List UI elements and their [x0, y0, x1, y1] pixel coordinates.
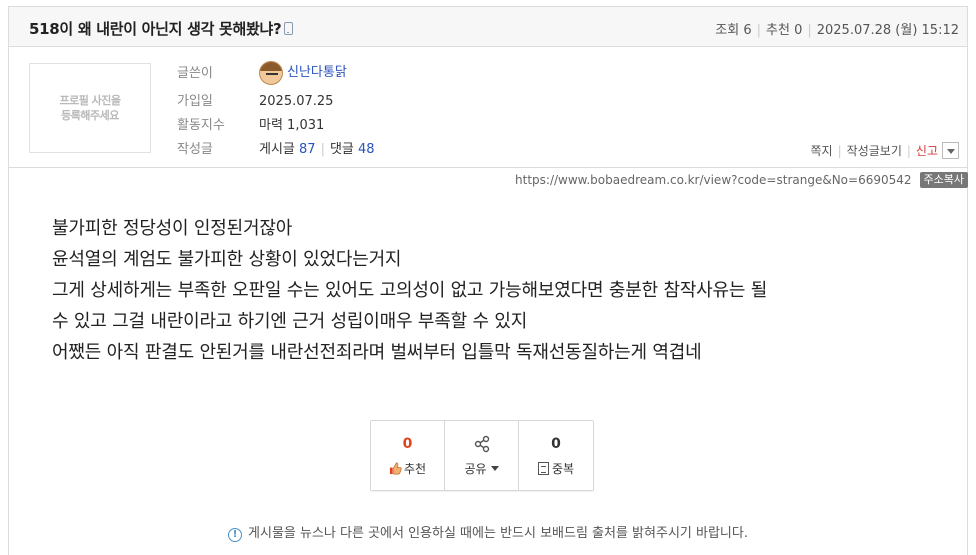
post-body: 불가피한 정당성이 인정된거잖아 윤석열의 계엄도 불가피한 상황이 있었다는거… — [52, 213, 912, 368]
activity-value: 마력 1,031 — [259, 118, 325, 133]
recommend-button-count: 0 — [402, 436, 413, 452]
author-box: 프로필 사진을 등록해주세요 글쓴이 신난다통닭 가입일 2025.07.25 활동… — [9, 47, 967, 168]
body-line: 어쨌든 아직 판결도 안된거를 내란선전죄라며 벌써부터 입틀막 독재선동질하는… — [52, 342, 702, 363]
body-line: 불가피한 정당성이 인정된거잖아 — [52, 218, 293, 239]
divider: | — [320, 142, 325, 157]
divider: | — [807, 23, 812, 38]
recommend-button-label-wrap: 추천 — [389, 460, 426, 477]
post-action-buttons: 0 추천 공유 0 중복 — [370, 420, 594, 491]
source-notice: ! 게시물을 뉴스나 다른 곳에서 인용하실 때에는 반드시 보배드림 출처를 밝… — [0, 522, 976, 542]
recommend-button-label: 추천 — [403, 462, 427, 476]
post-meta: 조회 6 | 추천 0 | 2025.07.28 (월) 15:12 — [715, 19, 959, 38]
recommend-label: 추천 — [766, 23, 790, 38]
post-title-text: 518이 왜 내란이 아닌지 생각 못해봤냐? — [29, 20, 282, 38]
author-nickname[interactable]: 신난다통닭 — [287, 65, 347, 80]
share-button[interactable]: 공유 — [445, 421, 519, 490]
divider: | — [906, 143, 911, 158]
divider: | — [837, 143, 842, 158]
document-icon — [537, 462, 549, 475]
duplicate-button-label-wrap: 중복 — [537, 460, 575, 477]
dropdown-icon[interactable] — [942, 142, 959, 159]
recommend-button[interactable]: 0 추천 — [371, 421, 445, 490]
share-icon — [474, 435, 489, 453]
writer-row: 글쓴이 신난다통닭 — [177, 61, 347, 85]
post-title: 518이 왜 내란이 아닌지 생각 못해봤냐? — [29, 18, 294, 39]
url-row: https://www.bobaedream.co.kr/view?code=s… — [515, 172, 968, 188]
profile-photo-placeholder: 프로필 사진을 등록해주세요 — [29, 63, 151, 153]
chevron-down-icon — [490, 466, 499, 471]
posts-prefix: 게시글 — [259, 142, 295, 157]
divider: | — [756, 23, 761, 38]
post-date: 2025.07.28 (월) 15:12 — [816, 23, 959, 38]
comments-count-link[interactable]: 48 — [358, 142, 375, 157]
copy-url-button[interactable]: 주소복사 — [919, 172, 968, 188]
share-button-label-wrap: 공유 — [464, 460, 499, 477]
posts-row: 작성글 게시글 87 | 댓글 48 — [177, 140, 375, 160]
mobile-icon — [284, 22, 294, 35]
joined-date: 2025.07.25 — [259, 94, 334, 109]
share-button-label: 공유 — [464, 462, 487, 476]
views-label: 조회 — [715, 23, 740, 38]
joined-row: 가입일 2025.07.25 — [177, 92, 333, 112]
view-posts-link[interactable]: 작성글보기 — [847, 142, 902, 159]
report-link[interactable]: 신고 — [916, 142, 938, 159]
avatar[interactable] — [259, 61, 283, 85]
source-notice-text: 게시물을 뉴스나 다른 곳에서 인용하실 때에는 반드시 보배드림 출처를 밝혀… — [248, 526, 748, 541]
post-url: https://www.bobaedream.co.kr/view?code=s… — [515, 173, 912, 187]
posts-label: 작성글 — [177, 142, 213, 157]
duplicate-button-count: 0 — [551, 436, 561, 452]
duplicate-button-label: 중복 — [551, 462, 575, 476]
activity-row: 활동지수 마력 1,031 — [177, 116, 324, 136]
writer-label: 글쓴이 — [177, 65, 213, 81]
body-line: 그게 상세하게는 부족한 오판일 수는 있어도 고의성이 없고 가능해보였다면 … — [52, 280, 768, 301]
body-line: 수 있고 그걸 내란이라고 하기엔 근거 성립이매우 부족할 수 있지 — [52, 311, 528, 332]
thumbs-up-icon — [389, 462, 402, 475]
message-link[interactable]: 쪽지 — [811, 142, 833, 159]
recommend-count: 0 — [794, 23, 803, 38]
posts-count-link[interactable]: 87 — [299, 142, 316, 157]
views-count: 6 — [743, 23, 752, 38]
profile-photo-text: 프로필 사진을 등록해주세요 — [59, 94, 121, 122]
joined-label: 가입일 — [177, 94, 213, 109]
activity-label: 활동지수 — [177, 118, 225, 133]
info-icon: ! — [228, 528, 243, 542]
body-line: 윤석열의 계엄도 불가피한 상황이 있었다는거지 — [52, 249, 402, 270]
comments-prefix: 댓글 — [329, 142, 354, 157]
post-header: 518이 왜 내란이 아닌지 생각 못해봤냐? 조회 6 | 추천 0 | 2025.0… — [9, 7, 967, 47]
author-actions: 쪽지 | 작성글보기 | 신고 — [811, 142, 959, 159]
duplicate-button[interactable]: 0 중복 — [519, 421, 593, 490]
